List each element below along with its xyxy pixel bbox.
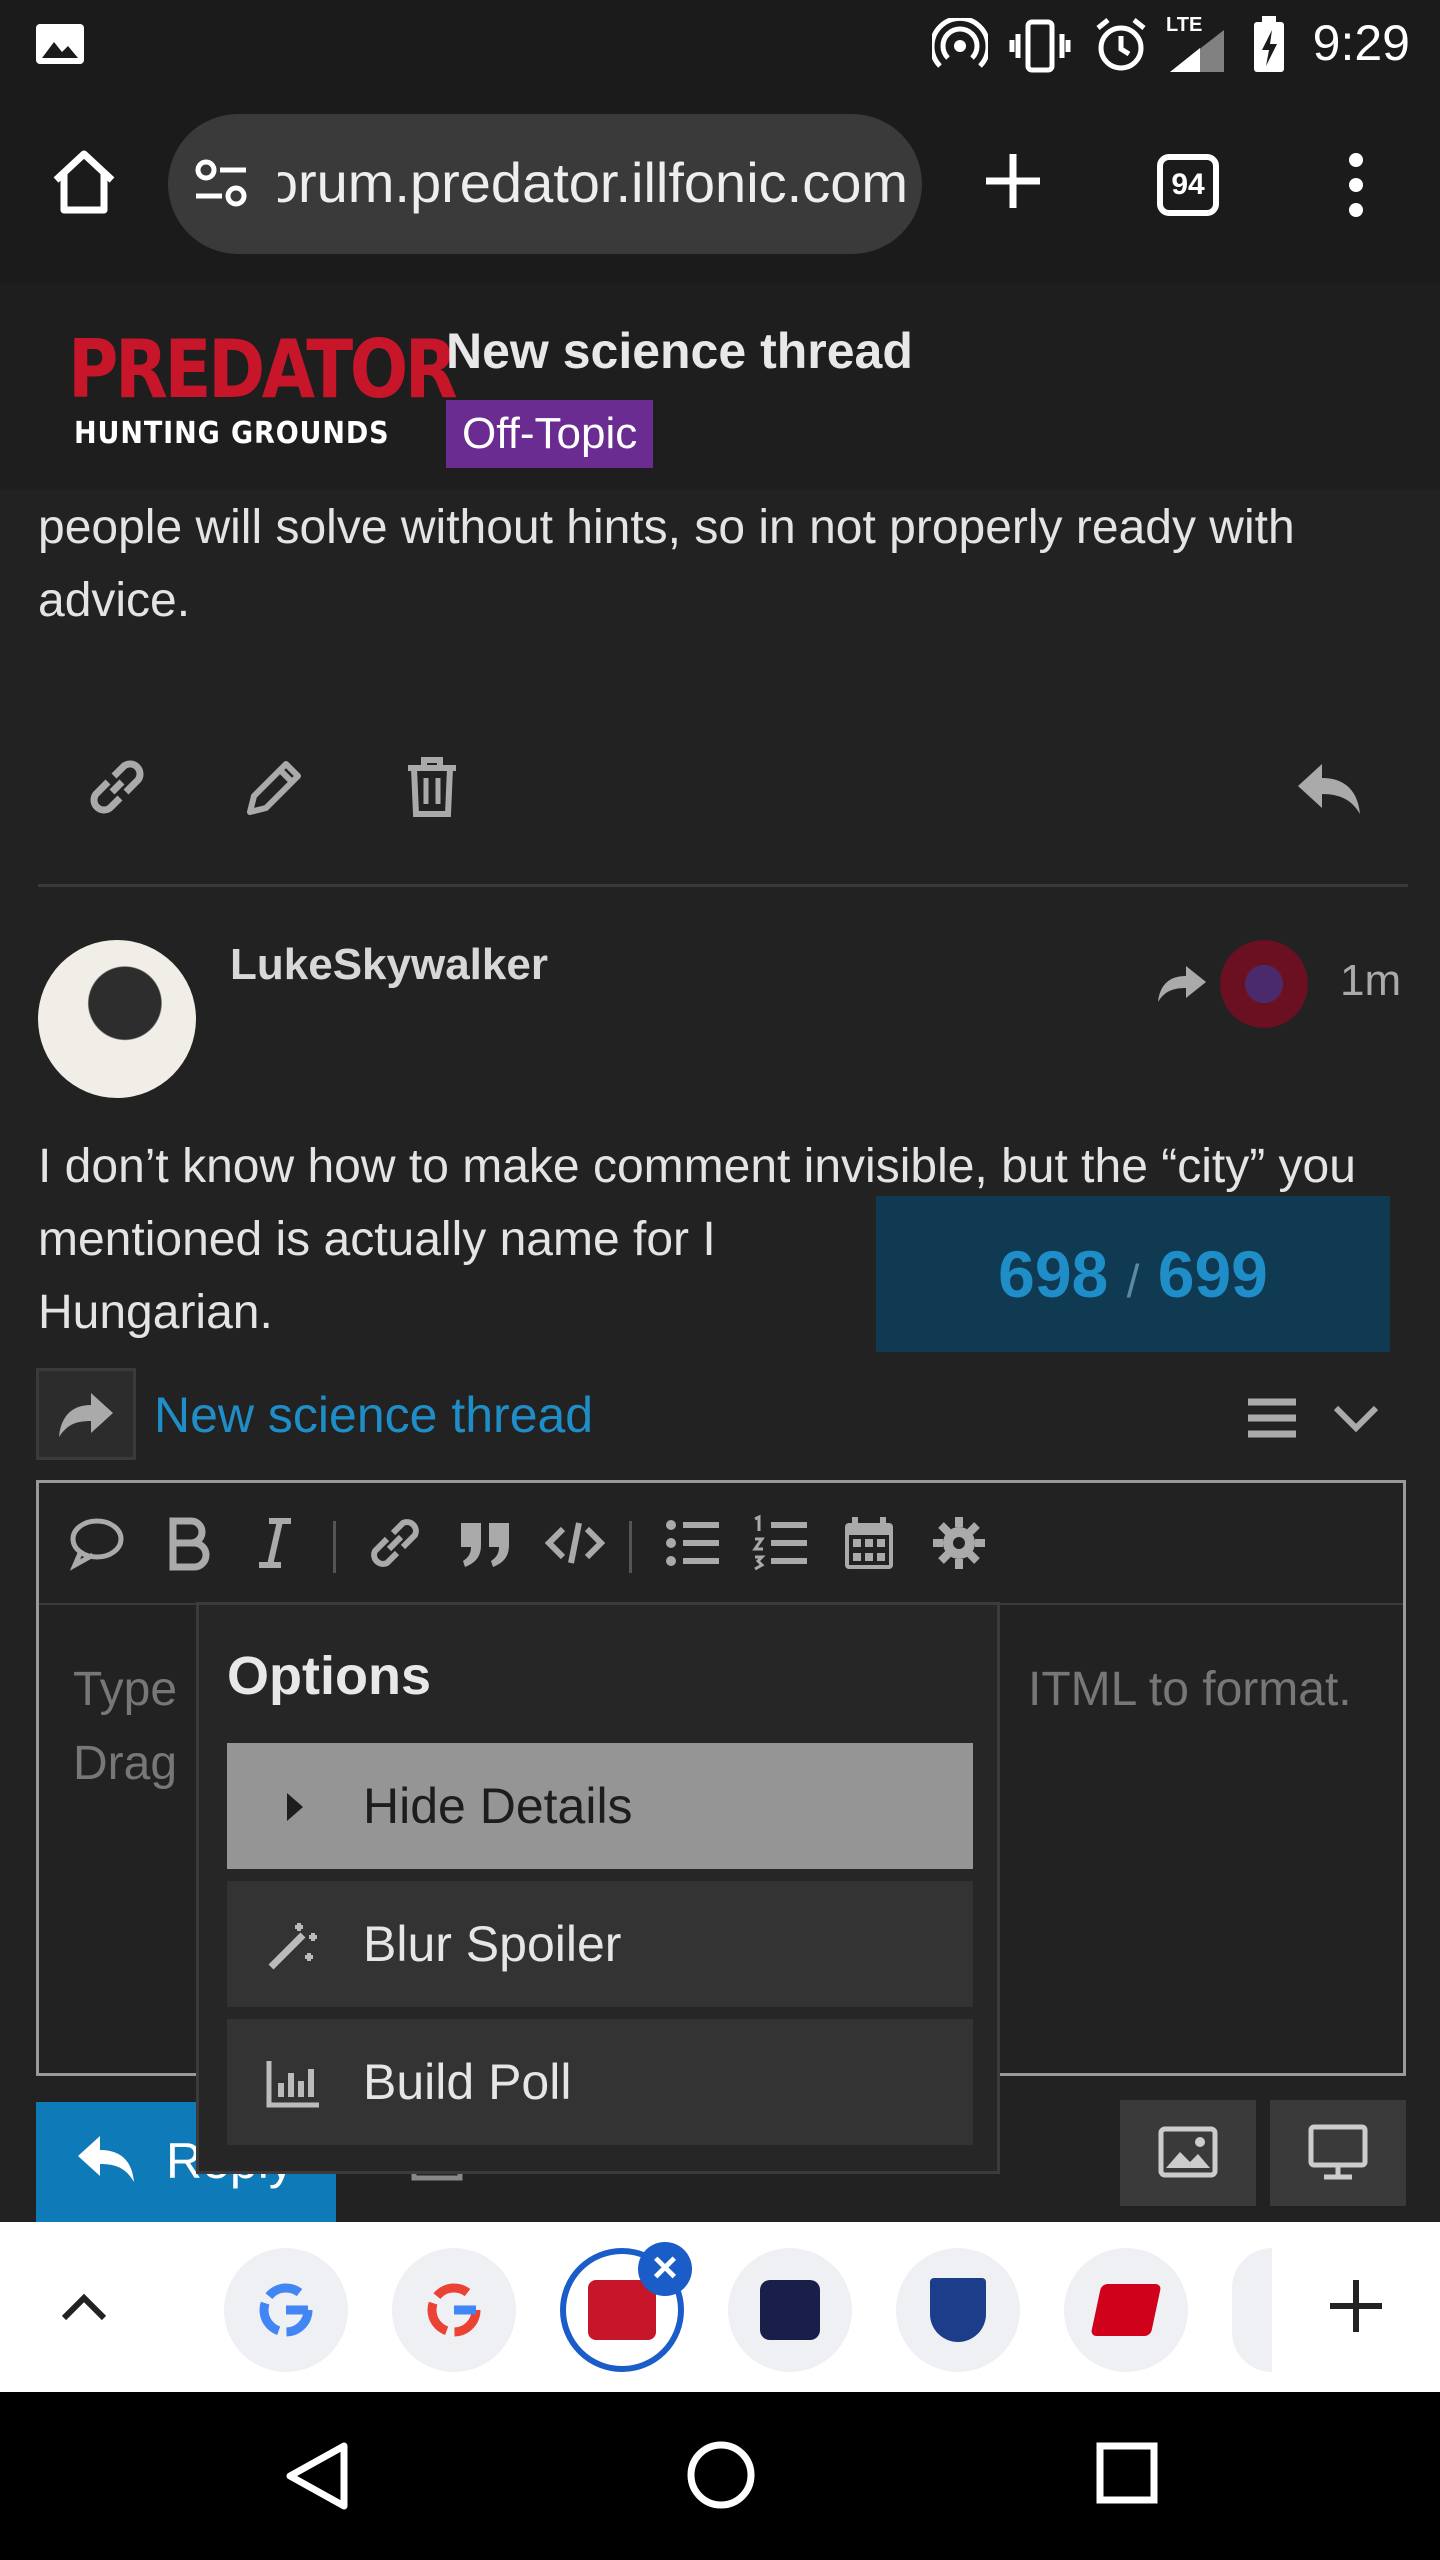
logo-title: PREDATOR (68, 323, 458, 416)
add-tab-icon[interactable] (1326, 2276, 1386, 2336)
chevron-down-icon[interactable] (1332, 1404, 1380, 1434)
recents-icon[interactable] (1096, 2442, 1158, 2504)
link-icon[interactable] (365, 1513, 425, 1573)
alarm-icon (1096, 18, 1146, 71)
tab-7[interactable] (1232, 2248, 1272, 2372)
reply-topic-link[interactable]: New science thread (154, 1386, 593, 1444)
shield-favicon-icon (930, 2278, 986, 2342)
reply-type-button[interactable] (36, 1368, 136, 1460)
tab-strip: × (0, 2222, 1440, 2392)
home-nav-icon[interactable] (686, 2440, 756, 2510)
progress-current: 698 (998, 1237, 1109, 1311)
magic-wand-icon (268, 1923, 317, 1970)
option-blur-spoiler[interactable]: Blur Spoiler (227, 1881, 973, 2007)
site-settings-icon[interactable] (192, 156, 252, 212)
progress-total: 699 (1157, 1237, 1268, 1311)
edit-icon[interactable] (242, 754, 308, 820)
address-bar[interactable]: forum.predator.illfonic.com (168, 114, 922, 254)
topic-progress[interactable]: 698 / 699 (876, 1196, 1390, 1352)
tab-4[interactable] (728, 2248, 852, 2372)
google-icon (259, 2283, 313, 2337)
image-icon (1158, 2126, 1218, 2178)
vibrate-icon (1009, 19, 1071, 73)
category-badge[interactable]: Off-Topic (446, 400, 654, 468)
option-build-poll[interactable]: Build Poll (227, 2019, 973, 2145)
avatar[interactable] (38, 940, 196, 1098)
upload-button[interactable] (1120, 2100, 1256, 2206)
option-hide-details[interactable]: Hide Details (227, 1743, 973, 1869)
link-icon[interactable] (84, 754, 150, 820)
tab-google-2[interactable] (392, 2248, 516, 2372)
calendar-icon[interactable] (839, 1513, 899, 1573)
chart-icon (266, 2061, 319, 2108)
hamburger-icon[interactable] (1246, 1396, 1298, 1440)
italic-icon[interactable] (245, 1513, 305, 1573)
site-header: PREDATOR HUNTING GROUNDS New science thr… (0, 284, 1440, 490)
share-arrow-icon (1158, 966, 1206, 1002)
navigation-bar (0, 2392, 1440, 2560)
predator-favicon-icon (588, 2280, 656, 2340)
reply-icon[interactable] (1294, 758, 1364, 818)
quote-icon[interactable] (455, 1513, 515, 1573)
close-tab-icon[interactable]: × (638, 2242, 692, 2296)
options-popup: Options Hide Details Blur Spoiler Build … (196, 1602, 1000, 2174)
signal-icon (1170, 30, 1224, 72)
image-notification-icon (36, 24, 84, 64)
clock: 9:29 (1312, 15, 1410, 71)
gear-icon[interactable] (929, 1513, 989, 1573)
toggle-preview-button[interactable] (1270, 2100, 1406, 2206)
bullet-list-icon[interactable] (663, 1513, 723, 1573)
tab-switcher-icon[interactable]: 94 (1157, 154, 1219, 216)
speech-bubble-icon[interactable] (67, 1513, 127, 1573)
bold-icon[interactable] (157, 1513, 217, 1573)
hotspot-icon (932, 18, 988, 68)
progress-separator: / (1126, 1255, 1140, 1307)
toolbar-separator (333, 1521, 336, 1573)
battery-charging-icon (1254, 16, 1284, 72)
delete-icon[interactable] (402, 754, 462, 820)
share-arrow-icon (59, 1393, 113, 1437)
thread-title[interactable]: New science thread (446, 322, 913, 380)
overflow-menu-icon[interactable] (1334, 150, 1378, 220)
username[interactable]: LukeSkywalker (230, 940, 548, 990)
site-logo[interactable]: PREDATOR HUNTING GROUNDS (68, 323, 458, 458)
space-favicon-icon (760, 2280, 820, 2340)
chevron-up-icon[interactable] (60, 2290, 108, 2322)
desktop-icon (1308, 2124, 1368, 2180)
post-actions (38, 740, 1408, 840)
tab-google-1[interactable] (224, 2248, 348, 2372)
google-icon (427, 2283, 481, 2337)
reply-icon (78, 2136, 134, 2182)
caret-right-icon (287, 1793, 303, 1821)
url-text: forum.predator.illfonic.com (278, 151, 908, 214)
post-time[interactable]: 1m (1340, 956, 1401, 1006)
back-icon[interactable] (284, 2440, 350, 2512)
home-icon[interactable] (48, 146, 120, 218)
options-title: Options (227, 1646, 431, 1706)
status-bar: LTE 9:29 (0, 0, 1440, 88)
espn-favicon-icon (1090, 2284, 1162, 2336)
code-icon[interactable] (545, 1513, 605, 1573)
numbered-list-icon[interactable] (751, 1513, 811, 1573)
toolbar-separator (629, 1521, 632, 1573)
editor-toolbar (39, 1483, 1403, 1605)
tab-espn[interactable] (1064, 2248, 1188, 2372)
logo-subtitle: HUNTING GROUNDS (74, 416, 390, 451)
new-tab-icon[interactable] (982, 150, 1044, 212)
post-divider (38, 884, 1408, 887)
browser-toolbar: forum.predator.illfonic.com 94 (0, 88, 1440, 284)
reply-to-avatar[interactable] (1220, 940, 1308, 1028)
tab-5[interactable] (896, 2248, 1020, 2372)
